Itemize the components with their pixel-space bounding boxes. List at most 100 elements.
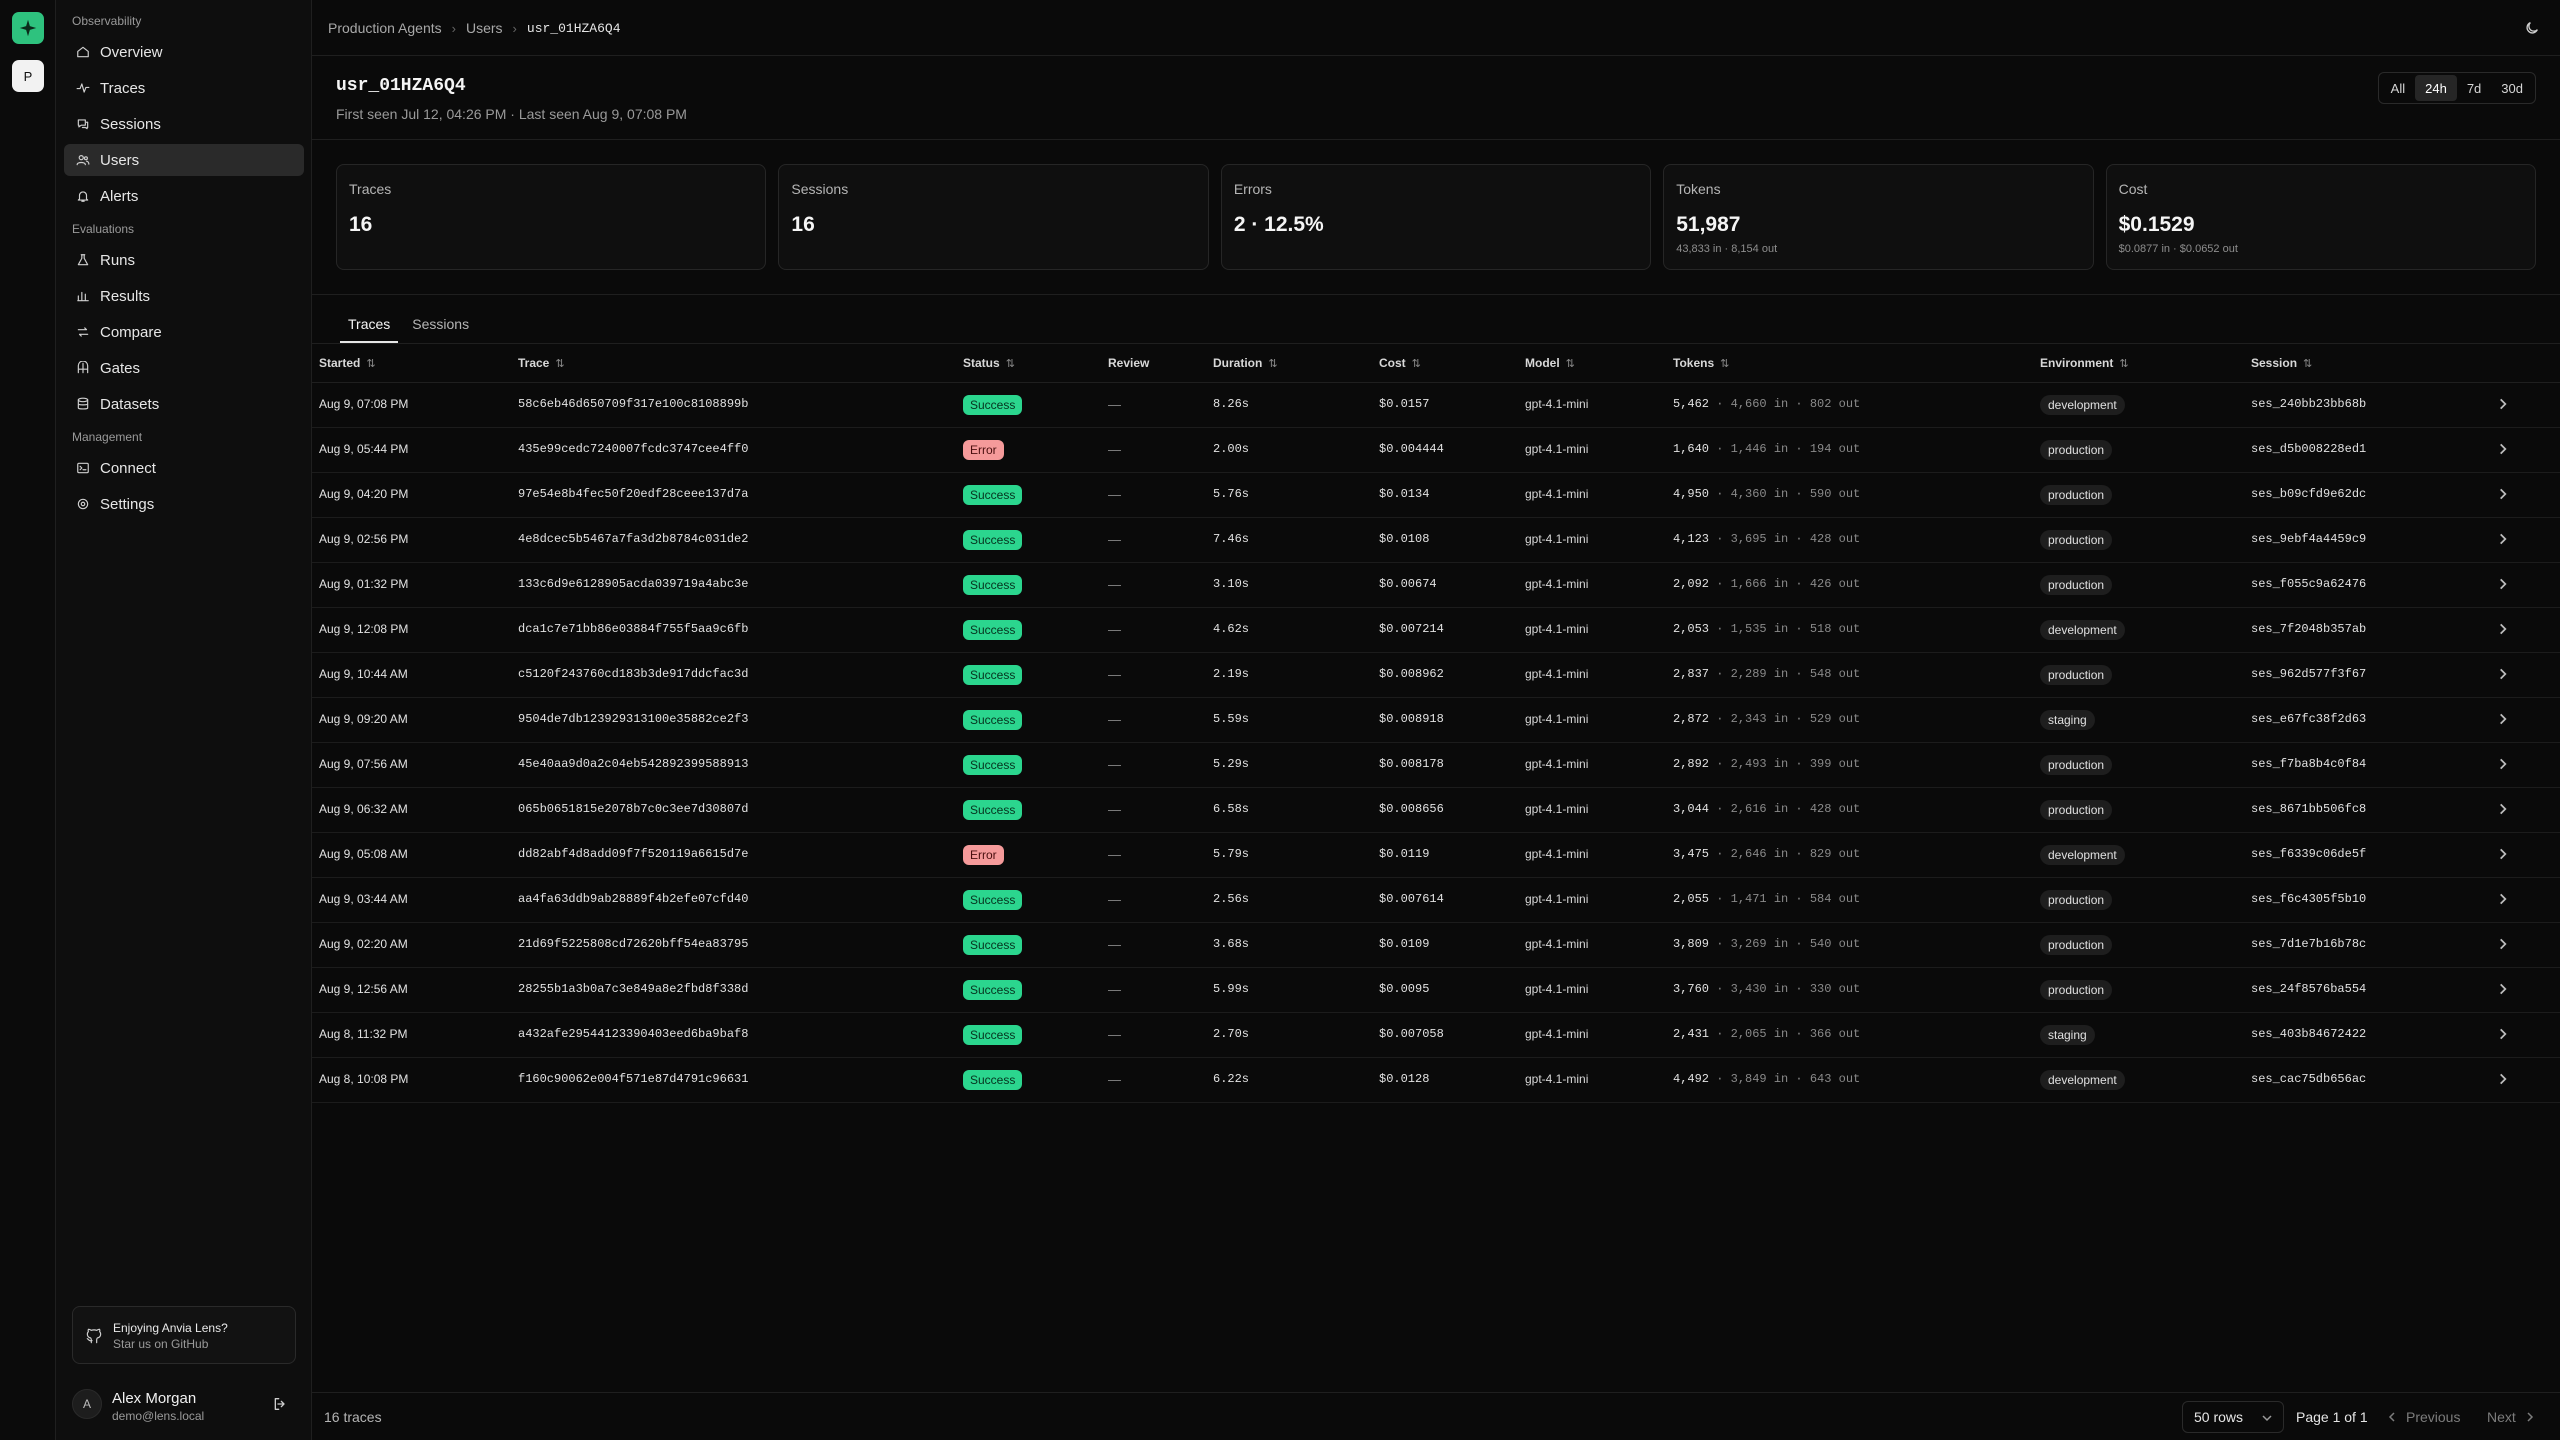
table-row[interactable]: Aug 9, 12:56 AM 28255b1a3b0a7c3e849a8e2f…: [312, 968, 2560, 1013]
cell-session[interactable]: ses_b09cfd9e62dc: [2251, 487, 2366, 501]
chevron-right-icon[interactable]: [2496, 757, 2510, 771]
tab-sessions[interactable]: Sessions: [404, 308, 477, 343]
avatar[interactable]: A: [72, 1389, 102, 1419]
table-row[interactable]: Aug 9, 03:44 AM aa4fa63ddb9ab28889f4b2ef…: [312, 878, 2560, 923]
cell-session[interactable]: ses_cac75db656ac: [2251, 1072, 2366, 1086]
chevron-right-icon[interactable]: [2496, 937, 2510, 951]
moon-icon[interactable]: [2524, 20, 2540, 36]
sidebar-item-users[interactable]: Users: [64, 144, 304, 176]
chevron-right-icon[interactable]: [2496, 1027, 2510, 1041]
cell-trace-id[interactable]: c5120f243760cd183b3de917ddcfac3d: [518, 667, 748, 681]
chevron-right-icon[interactable]: [2496, 397, 2510, 411]
sidebar-item-sessions[interactable]: Sessions: [64, 108, 304, 140]
table-row[interactable]: Aug 8, 11:32 PM a432afe29544123390403eed…: [312, 1013, 2560, 1058]
sidebar-item-overview[interactable]: Overview: [64, 36, 304, 68]
github-promo-card[interactable]: Enjoying Anvia Lens? Star us on GitHub: [72, 1306, 296, 1364]
column-header-status[interactable]: Status ⇅: [963, 356, 1015, 370]
column-header-trace[interactable]: Trace ⇅: [518, 356, 565, 370]
cell-trace-id[interactable]: f160c90062e004f571e87d4791c96631: [518, 1072, 748, 1086]
range-option-24h[interactable]: 24h: [2415, 75, 2457, 101]
cell-trace-id[interactable]: 9504de7db123929313100e35882ce2f3: [518, 712, 748, 726]
column-header-started[interactable]: Started ⇅: [319, 356, 376, 370]
table-row[interactable]: Aug 9, 10:44 AM c5120f243760cd183b3de917…: [312, 653, 2560, 698]
sidebar-item-connect[interactable]: Connect: [64, 452, 304, 484]
chevron-right-icon[interactable]: [2496, 1072, 2510, 1086]
rows-per-page-select[interactable]: 50 rows: [2182, 1401, 2284, 1433]
sidebar-item-alerts[interactable]: Alerts: [64, 180, 304, 212]
breadcrumb-project[interactable]: Production Agents: [328, 20, 442, 36]
sidebar-item-compare[interactable]: Compare: [64, 316, 304, 348]
cell-session[interactable]: ses_403b84672422: [2251, 1027, 2366, 1041]
cell-session[interactable]: ses_9ebf4a4459c9: [2251, 532, 2366, 546]
sidebar-item-runs[interactable]: Runs: [64, 244, 304, 276]
tab-traces[interactable]: Traces: [340, 308, 399, 343]
table-row[interactable]: Aug 9, 07:08 PM 58c6eb46d650709f317e100c…: [312, 383, 2560, 428]
cell-session[interactable]: ses_8671bb506fc8: [2251, 802, 2366, 816]
table-row[interactable]: Aug 9, 07:56 AM 45e40aa9d0a2c04eb5428923…: [312, 743, 2560, 788]
table-row[interactable]: Aug 9, 01:32 PM 133c6d9e6128905acda03971…: [312, 563, 2560, 608]
cell-session[interactable]: ses_240bb23bb68b: [2251, 397, 2366, 411]
chevron-right-icon[interactable]: [2496, 622, 2510, 636]
table-row[interactable]: Aug 9, 06:32 AM 065b0651815e2078b7c0c3ee…: [312, 788, 2560, 833]
breadcrumb-users[interactable]: Users: [466, 20, 503, 36]
previous-page-button[interactable]: Previous: [2386, 1409, 2460, 1425]
cell-session[interactable]: ses_d5b008228ed1: [2251, 442, 2366, 456]
cell-session[interactable]: ses_962d577f3f67: [2251, 667, 2366, 681]
sidebar-item-settings[interactable]: Settings: [64, 488, 304, 520]
cell-trace-id[interactable]: 065b0651815e2078b7c0c3ee7d30807d: [518, 802, 748, 816]
cell-trace-id[interactable]: dca1c7e71bb86e03884f755f5aa9c6fb: [518, 622, 748, 636]
sidebar-item-datasets[interactable]: Datasets: [64, 388, 304, 420]
table-row[interactable]: Aug 8, 10:08 PM f160c90062e004f571e87d47…: [312, 1058, 2560, 1103]
table-row[interactable]: Aug 9, 09:20 AM 9504de7db123929313100e35…: [312, 698, 2560, 743]
next-page-button[interactable]: Next: [2487, 1409, 2536, 1425]
sidebar-item-gates[interactable]: Gates: [64, 352, 304, 384]
cell-trace-id[interactable]: a432afe29544123390403eed6ba9baf8: [518, 1027, 748, 1041]
cell-trace-id[interactable]: dd82abf4d8add09f7f520119a6615d7e: [518, 847, 748, 861]
column-header-model[interactable]: Model ⇅: [1525, 356, 1575, 370]
chevron-right-icon[interactable]: [2496, 442, 2510, 456]
chevron-right-icon[interactable]: [2496, 487, 2510, 501]
cell-trace-id[interactable]: 21d69f5225808cd72620bff54ea83795: [518, 937, 748, 951]
cell-session[interactable]: ses_7d1e7b16b78c: [2251, 937, 2366, 951]
cell-trace-id[interactable]: aa4fa63ddb9ab28889f4b2efe07cfd40: [518, 892, 748, 906]
cell-session[interactable]: ses_f055c9a62476: [2251, 577, 2366, 591]
table-row[interactable]: Aug 9, 05:44 PM 435e99cedc7240007fcdc374…: [312, 428, 2560, 473]
cell-trace-id[interactable]: 45e40aa9d0a2c04eb542892399588913: [518, 757, 748, 771]
column-header-environment[interactable]: Environment ⇅: [2040, 356, 2129, 370]
cell-trace-id[interactable]: 97e54e8b4fec50f20edf28ceee137d7a: [518, 487, 748, 501]
range-option-7d[interactable]: 7d: [2457, 75, 2491, 101]
column-header-duration[interactable]: Duration ⇅: [1213, 356, 1278, 370]
cell-trace-id[interactable]: 435e99cedc7240007fcdc3747cee4ff0: [518, 442, 748, 456]
chevron-right-icon[interactable]: [2496, 712, 2510, 726]
chevron-right-icon[interactable]: [2496, 892, 2510, 906]
table-row[interactable]: Aug 9, 04:20 PM 97e54e8b4fec50f20edf28ce…: [312, 473, 2560, 518]
range-option-30d[interactable]: 30d: [2491, 75, 2533, 101]
cell-session[interactable]: ses_24f8576ba554: [2251, 982, 2366, 996]
table-row[interactable]: Aug 9, 12:08 PM dca1c7e71bb86e03884f755f…: [312, 608, 2560, 653]
column-header-session[interactable]: Session ⇅: [2251, 356, 2312, 370]
chevron-right-icon[interactable]: [2496, 802, 2510, 816]
chevron-right-icon[interactable]: [2496, 577, 2510, 591]
cell-session[interactable]: ses_f6c4305f5b10: [2251, 892, 2366, 906]
logout-icon[interactable]: [272, 1396, 288, 1412]
sidebar-item-traces[interactable]: Traces: [64, 72, 304, 104]
table-row[interactable]: Aug 9, 05:08 AM dd82abf4d8add09f7f520119…: [312, 833, 2560, 878]
project-switcher[interactable]: P: [12, 60, 44, 92]
chevron-right-icon[interactable]: [2496, 667, 2510, 681]
table-row[interactable]: Aug 9, 02:20 AM 21d69f5225808cd72620bff5…: [312, 923, 2560, 968]
app-logo[interactable]: [12, 12, 44, 44]
sidebar-item-results[interactable]: Results: [64, 280, 304, 312]
cell-trace-id[interactable]: 133c6d9e6128905acda039719a4abc3e: [518, 577, 748, 591]
table-row[interactable]: Aug 9, 02:56 PM 4e8dcec5b5467a7fa3d2b878…: [312, 518, 2560, 563]
cell-trace-id[interactable]: 28255b1a3b0a7c3e849a8e2fbd8f338d: [518, 982, 748, 996]
chevron-right-icon[interactable]: [2496, 982, 2510, 996]
cell-session[interactable]: ses_e67fc38f2d63: [2251, 712, 2366, 726]
column-header-cost[interactable]: Cost ⇅: [1379, 356, 1421, 370]
chevron-right-icon[interactable]: [2496, 847, 2510, 861]
cell-trace-id[interactable]: 4e8dcec5b5467a7fa3d2b8784c031de2: [518, 532, 748, 546]
cell-session[interactable]: ses_f6339c06de5f: [2251, 847, 2366, 861]
cell-session[interactable]: ses_f7ba8b4c0f84: [2251, 757, 2366, 771]
cell-trace-id[interactable]: 58c6eb46d650709f317e100c8108899b: [518, 397, 748, 411]
column-header-tokens[interactable]: Tokens ⇅: [1673, 356, 1729, 370]
chevron-right-icon[interactable]: [2496, 532, 2510, 546]
